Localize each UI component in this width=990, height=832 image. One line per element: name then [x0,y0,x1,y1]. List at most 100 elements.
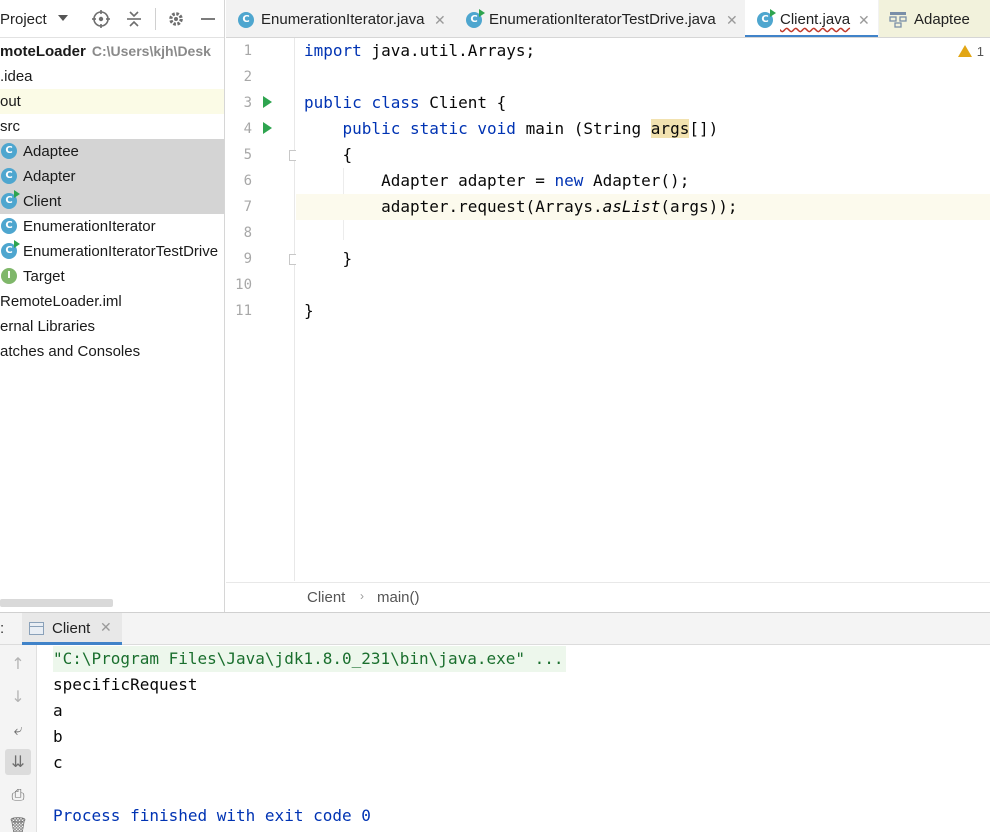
run-main-icon[interactable] [263,122,272,134]
code-line-1: import java.util.Arrays; [296,38,990,64]
breadcrumb-method[interactable]: main() [377,589,420,606]
chevron-down-icon[interactable] [58,15,68,21]
close-icon[interactable]: ✕ [858,0,870,37]
close-icon[interactable]: ✕ [726,0,738,37]
tree-item-adapter[interactable]: C Adapter [0,164,224,189]
tab-client[interactable]: C Client.java ✕ [745,0,878,37]
tree-item-scratches[interactable]: atches and Consoles [0,339,224,364]
close-icon[interactable]: ✕ [100,619,112,636]
arrow-down-icon[interactable]: ↓ [5,684,31,710]
tree-item-project-root[interactable]: moteLoader C:\Users\kjh\Desk [0,39,224,64]
soft-wrap-icon[interactable]: ⤶ [5,717,31,743]
minimize-icon[interactable] [198,9,218,29]
class-icon: C [1,168,17,184]
tree-item-client[interactable]: C Client [0,189,224,214]
line-number: 6 [243,173,252,189]
tree-item-idea[interactable]: .idea [0,64,224,89]
run-panel-prefix: : [0,620,5,637]
tab-label: Adaptee [914,11,970,28]
code-text: Client { [419,93,507,112]
scroll-to-end-icon[interactable]: ⇊ [5,749,31,775]
code-text: (args)); [660,197,738,216]
tree-item-target[interactable]: I Target [0,264,224,289]
line-number: 8 [243,225,252,241]
line-number: 7 [243,199,252,215]
close-icon[interactable]: ✕ [434,0,446,37]
line-number: 11 [235,303,252,319]
chevron-right-icon: › [360,589,364,603]
code-text: []) [689,119,719,138]
tab-enumerationiteratortestdrive[interactable]: C EnumerationIteratorTestDrive.java ✕ [454,0,744,37]
tree-item-iml[interactable]: RemoteLoader.iml [0,289,224,314]
console-line: specificRequest [53,675,198,694]
code-line-9: } [296,246,990,272]
static-method: asList [602,197,661,216]
class-runnable-icon: C [1,240,20,259]
tree-item-external-libraries[interactable]: ernal Libraries [0,314,224,339]
arrow-up-icon[interactable]: ↑ [5,651,31,677]
tree-item-label: Adaptee [23,143,79,160]
tree-item-src[interactable]: src [0,114,224,139]
tree-item-enumerationiterator[interactable]: C EnumerationIterator [0,214,224,239]
tree-item-label: Adapter [23,168,76,185]
project-panel-header: Project [0,0,224,38]
toolbar-separator [155,8,156,30]
tab-adaptee[interactable]: Adaptee [879,0,990,37]
trash-icon[interactable]: 🗑 [5,813,31,832]
tree-item-enumerationiteratortestdrive[interactable]: C EnumerationIteratorTestDrive [0,239,224,264]
gear-icon[interactable] [166,9,186,29]
console-output[interactable]: "C:\Program Files\Java\jdk1.8.0_231\bin\… [38,645,990,832]
code-text: } [304,301,314,320]
code-line-11: } [296,298,990,324]
tree-item-label: Target [23,268,65,285]
run-toolbar: ↑ ↓ ⤶ ⇊ ⎙ 🗑 [0,645,37,832]
warning-icon [957,45,972,57]
project-view-selector[interactable]: Project [0,11,47,28]
console-icon [29,622,44,635]
project-root-label: moteLoader [0,43,86,60]
highlighted-parameter: args [650,119,690,138]
tab-run-client[interactable]: Client ✕ [22,613,122,645]
locate-file-icon[interactable] [91,9,111,29]
editor-tab-bar: C EnumerationIterator.java ✕ C Enumerati… [226,0,990,38]
tree-item-label: EnumerationIteratorTestDrive [23,243,219,260]
tree-item-adaptee[interactable]: C Adaptee [0,139,224,164]
console-line: a [53,701,63,720]
tree-item-label: out [0,93,21,110]
code-text: } [342,249,353,268]
inspection-widget[interactable]: 1 [957,44,984,59]
tab-enumerationiterator[interactable]: C EnumerationIterator.java ✕ [226,0,453,37]
horizontal-scrollbar[interactable] [0,599,113,607]
tree-item-out[interactable]: out [0,89,224,114]
tab-label: EnumerationIterator.java [261,11,425,28]
collapse-all-icon[interactable] [124,9,144,29]
warnings-count: 1 [976,44,984,59]
tab-label: Client.java [780,11,851,28]
tab-label: EnumerationIteratorTestDrive.java [489,11,716,28]
code-text: java.util.Arrays; [361,41,536,60]
keyword: class [371,93,420,112]
run-tab-label: Client [52,620,91,637]
project-tool-window: Project moteLoader C:\Users\kjh\Desk .ide… [0,0,225,612]
code-line-7-current: adapter.request(Arrays.asList(args)); [296,194,990,220]
breadcrumb-class[interactable]: Client [307,589,345,606]
interface-icon: I [1,268,17,284]
line-number: 5 [243,147,252,163]
run-class-icon[interactable] [263,96,272,108]
code-text: { [342,145,353,164]
line-number: 1 [243,43,252,59]
tree-item-label: atches and Consoles [0,343,141,360]
print-icon[interactable]: ⎙ [5,782,31,808]
code-editor[interactable]: import java.util.Arrays; public class Cl… [296,38,990,581]
class-runnable-icon: C [466,9,485,28]
class-icon: C [238,12,254,28]
console-line: b [53,727,63,746]
code-text: Adapter(); [583,171,690,190]
line-number: 4 [243,121,252,137]
keyword: void [477,119,516,138]
tree-item-label: RemoteLoader.iml [0,293,122,310]
class-icon: C [1,143,17,159]
